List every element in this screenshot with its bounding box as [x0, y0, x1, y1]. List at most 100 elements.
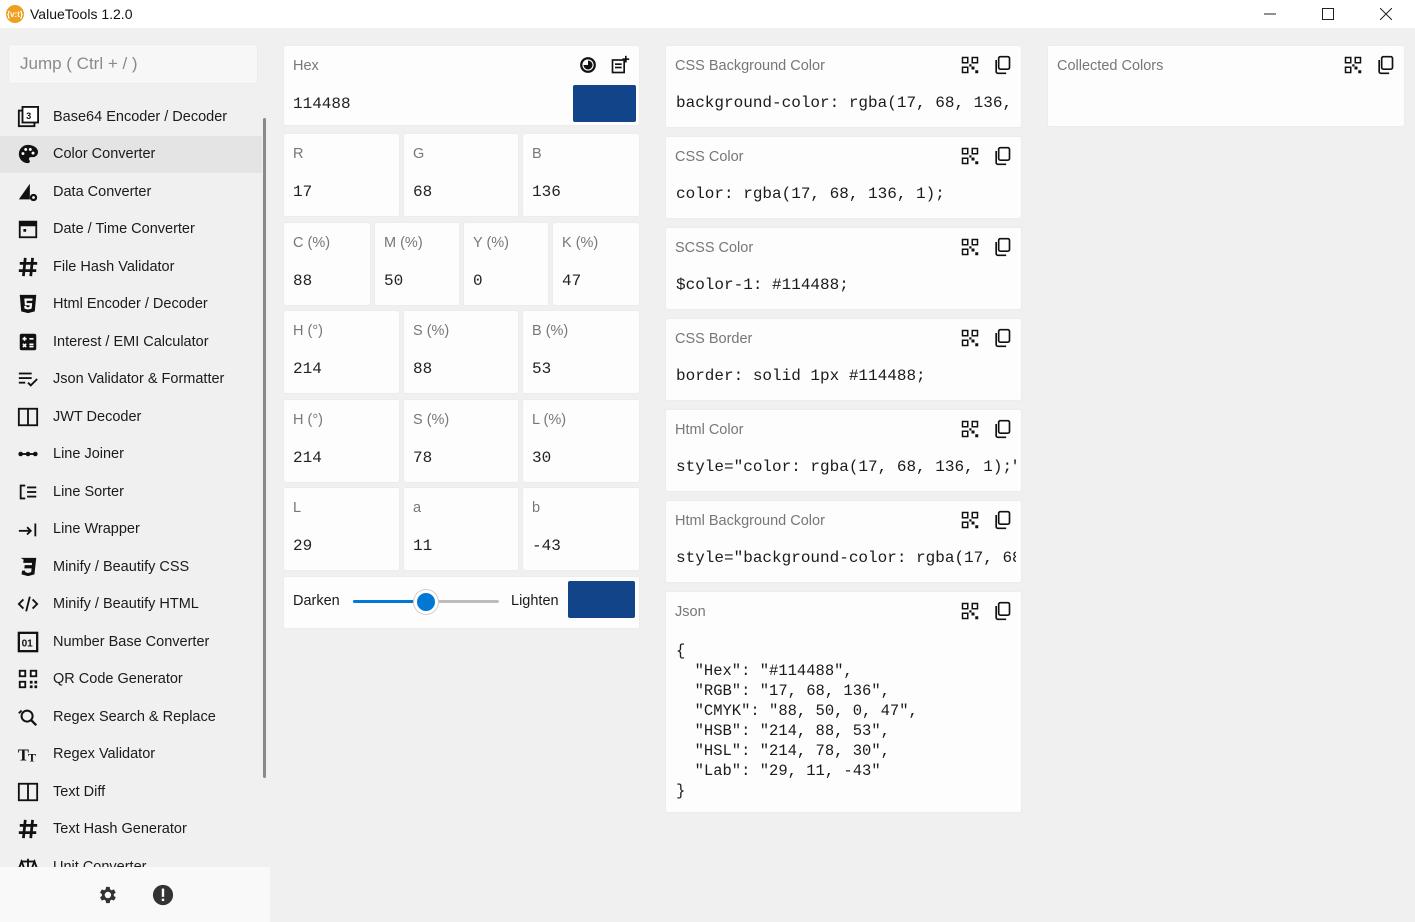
c-field[interactable]: C (%) 88 — [283, 222, 371, 306]
hsl-s-field[interactable]: S (%) 78 — [403, 399, 519, 483]
sidebar-item[interactable]: Minify / Beautify CSS — [0, 548, 262, 586]
sidebar-item[interactable]: File Hash Validator — [0, 248, 262, 286]
output-value[interactable]: style="color: rgba(17, 68, 136, 1);" — [676, 458, 1016, 476]
sidebar-item-label: Text Diff — [53, 783, 106, 800]
sidebar-item[interactable]: 3 Base64 Encoder / Decoder — [0, 98, 262, 136]
copy-icon[interactable] — [991, 509, 1013, 531]
qr-code-icon[interactable] — [1342, 54, 1364, 76]
lab-a-field[interactable]: a 11 — [403, 487, 519, 571]
y-field[interactable]: Y (%) 0 — [463, 222, 549, 306]
qr-code-icon[interactable] — [959, 54, 981, 76]
hsl-h-value[interactable]: 214 — [293, 449, 322, 467]
hsb-h-value[interactable]: 214 — [293, 360, 322, 378]
eyedropper-icon[interactable] — [577, 54, 599, 76]
output-value[interactable]: $color-1: #114488; — [676, 276, 1016, 294]
lab-b-field[interactable]: b -43 — [522, 487, 640, 571]
qr-code-icon[interactable] — [959, 509, 981, 531]
qr-code-icon[interactable] — [959, 145, 981, 167]
app-logo-icon: {v:t} — [6, 5, 24, 23]
sidebar-item[interactable]: Color Converter — [0, 135, 262, 173]
add-to-collection-icon[interactable] — [609, 54, 631, 76]
sidebar-item[interactable]: Minify / Beautify HTML — [0, 586, 262, 624]
copy-icon[interactable] — [991, 327, 1013, 349]
hsl-h-field[interactable]: H (°) 214 — [283, 399, 400, 483]
sidebar-item[interactable]: Regex Search & Replace — [0, 698, 262, 736]
hsb-h-field[interactable]: H (°) 214 — [283, 310, 400, 394]
line-sorter-icon — [16, 480, 40, 504]
output-card: CSS Color color: rgba(17, 68, 136, 1); — [665, 136, 1022, 219]
output-value[interactable]: color: rgba(17, 68, 136, 1); — [676, 185, 1016, 203]
sidebar-item[interactable]: Html Encoder / Decoder — [0, 286, 262, 324]
copy-icon[interactable] — [991, 418, 1013, 440]
sidebar-item[interactable]: Date / Time Converter — [0, 211, 262, 249]
close-button[interactable] — [1357, 0, 1415, 28]
sidebar-item[interactable]: Line Wrapper — [0, 511, 262, 549]
qr-code-icon[interactable] — [959, 327, 981, 349]
minimize-button[interactable] — [1241, 0, 1299, 28]
b-field[interactable]: B 136 — [522, 133, 640, 217]
hsb-b-field[interactable]: B (%) 53 — [522, 310, 640, 394]
hash-icon — [16, 817, 40, 841]
adjusted-color-swatch[interactable] — [568, 581, 635, 618]
darken-lighten-slider[interactable] — [353, 590, 499, 614]
qr-code-icon[interactable] — [959, 418, 981, 440]
hsl-s-value[interactable]: 78 — [413, 449, 432, 467]
data-converter-icon — [16, 180, 40, 204]
copy-icon[interactable] — [991, 145, 1013, 167]
r-value[interactable]: 17 — [293, 183, 312, 201]
jump-search-input[interactable]: Jump ( Ctrl + / ) — [8, 44, 258, 84]
k-field[interactable]: K (%) 47 — [552, 222, 640, 306]
copy-icon[interactable] — [1374, 54, 1396, 76]
y-value[interactable]: 0 — [473, 272, 483, 290]
g-field[interactable]: G 68 — [403, 133, 519, 217]
output-value[interactable]: style="background-color: rgba(17, 68, 13… — [676, 549, 1016, 567]
hsl-l-field[interactable]: L (%) 30 — [522, 399, 640, 483]
m-field[interactable]: M (%) 50 — [374, 222, 460, 306]
sidebar-item-label: File Hash Validator — [53, 258, 175, 275]
hex-input[interactable]: 114488 — [293, 95, 351, 113]
hsl-l-value[interactable]: 30 — [532, 449, 551, 467]
sidebar-item[interactable]: Json Validator & Formatter — [0, 361, 262, 399]
output-value[interactable]: background-color: rgba(17, 68, 136, 1); — [676, 94, 1016, 112]
c-label: C (%) — [293, 235, 331, 251]
hsb-s-field[interactable]: S (%) 88 — [403, 310, 519, 394]
lab-l-value[interactable]: 29 — [293, 537, 312, 555]
info-icon[interactable] — [151, 883, 175, 907]
sidebar-item[interactable]: JWT Decoder — [0, 398, 262, 436]
sidebar-scrollbar[interactable] — [263, 118, 266, 778]
copy-icon[interactable] — [991, 600, 1013, 622]
sidebar-item[interactable]: 01 Number Base Converter — [0, 623, 262, 661]
qr-code-icon[interactable] — [959, 236, 981, 258]
lab-a-value[interactable]: 11 — [413, 537, 432, 555]
lab-b-value[interactable]: -43 — [532, 537, 561, 555]
sidebar-item[interactable]: Line Sorter — [0, 473, 262, 511]
b-value[interactable]: 136 — [532, 183, 561, 201]
g-value[interactable]: 68 — [413, 183, 432, 201]
r-label: R — [293, 146, 304, 162]
hsl-l-label: L (%) — [532, 412, 567, 428]
hsb-b-value[interactable]: 53 — [532, 360, 551, 378]
sidebar-item[interactable]: Text Hash Generator — [0, 811, 262, 849]
c-value[interactable]: 88 — [293, 272, 312, 290]
qr-code-icon[interactable] — [959, 600, 981, 622]
sidebar-item[interactable]: Interest / EMI Calculator — [0, 323, 262, 361]
r-field[interactable]: R 17 — [283, 133, 400, 217]
slider-thumb[interactable] — [414, 590, 438, 614]
copy-icon[interactable] — [991, 236, 1013, 258]
output-value[interactable]: border: solid 1px #114488; — [676, 367, 1016, 385]
sidebar-item[interactable]: T T Regex Validator — [0, 736, 262, 774]
sidebar-item-label: Minify / Beautify HTML — [53, 596, 199, 613]
sidebar-item[interactable]: Line Joiner — [0, 436, 262, 474]
maximize-button[interactable] — [1299, 0, 1357, 28]
hsb-s-value[interactable]: 88 — [413, 360, 432, 378]
k-value[interactable]: 47 — [562, 272, 581, 290]
sidebar-item[interactable]: Data Converter — [0, 173, 262, 211]
m-value[interactable]: 50 — [384, 272, 403, 290]
color-swatch[interactable] — [573, 85, 636, 122]
sidebar-item[interactable]: Text Diff — [0, 773, 262, 811]
output-value[interactable]: { "Hex": "#114488", "RGB": "17, 68, 136"… — [676, 641, 1016, 801]
sidebar-item[interactable]: QR Code Generator — [0, 661, 262, 699]
lab-l-field[interactable]: L 29 — [283, 487, 400, 571]
copy-icon[interactable] — [991, 54, 1013, 76]
gear-icon[interactable] — [95, 883, 119, 907]
